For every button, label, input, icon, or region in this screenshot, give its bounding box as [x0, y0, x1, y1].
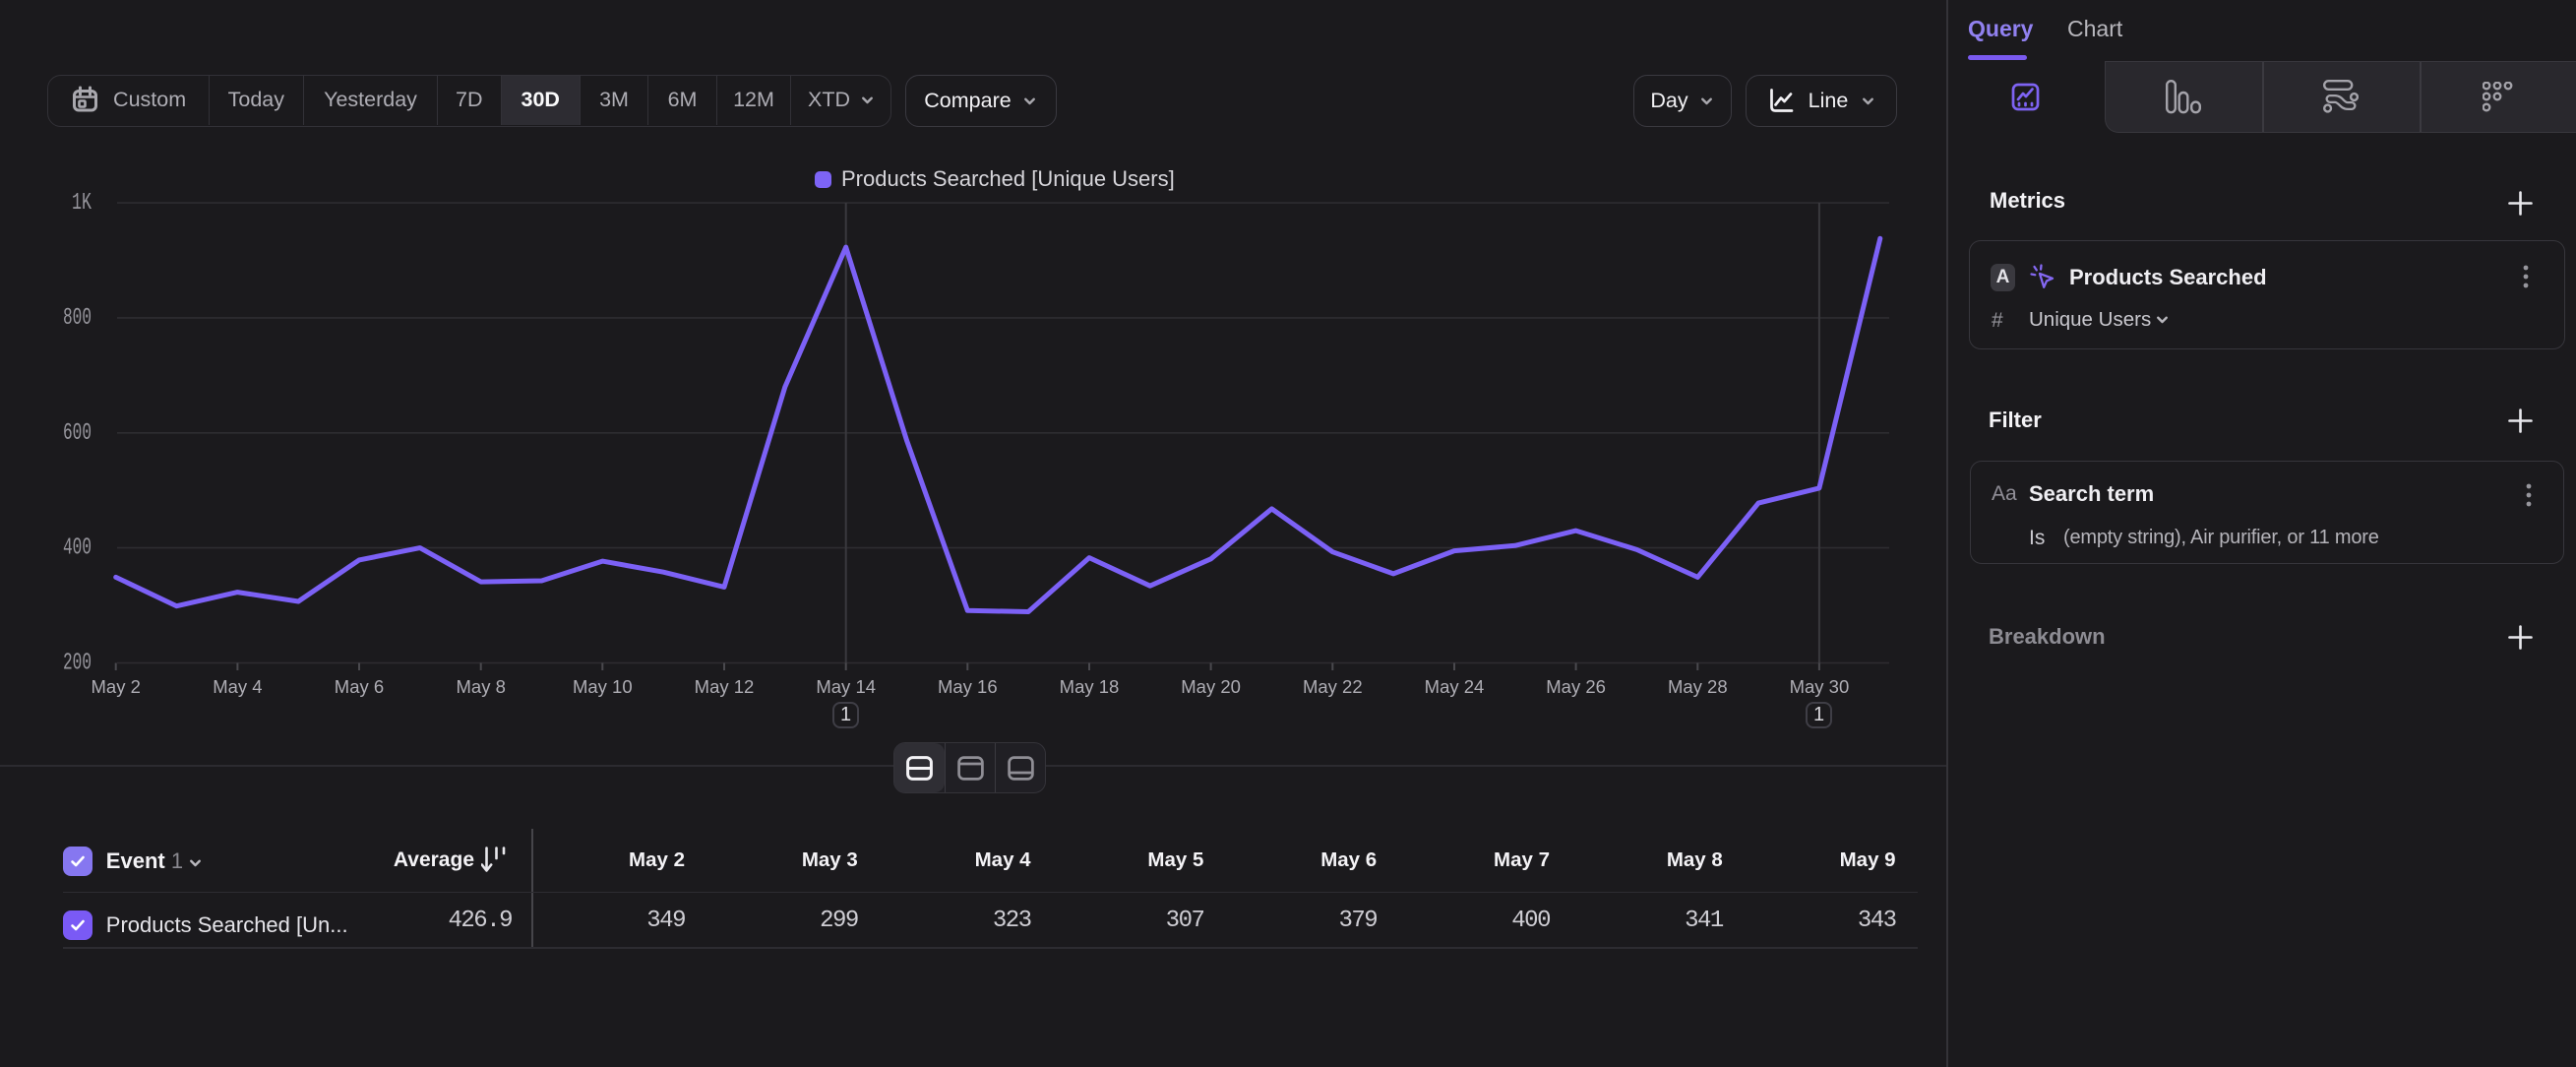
svg-text:May 18: May 18 [1060, 676, 1120, 697]
svg-text:800: 800 [63, 305, 92, 332]
svg-text:May 4: May 4 [213, 676, 262, 697]
svg-text:May 10: May 10 [573, 676, 633, 697]
svg-text:May 8: May 8 [457, 676, 506, 697]
svg-text:600: 600 [63, 420, 92, 447]
svg-text:May 2: May 2 [92, 676, 141, 697]
svg-text:400: 400 [63, 535, 92, 562]
svg-text:May 22: May 22 [1303, 676, 1363, 697]
svg-text:May 26: May 26 [1546, 676, 1606, 697]
svg-text:200: 200 [63, 651, 92, 677]
svg-text:May 6: May 6 [335, 676, 384, 697]
svg-text:May 28: May 28 [1668, 676, 1728, 697]
svg-text:May 30: May 30 [1790, 676, 1850, 697]
svg-text:May 14: May 14 [816, 676, 876, 697]
svg-text:May 12: May 12 [695, 676, 755, 697]
svg-text:May 24: May 24 [1425, 676, 1485, 697]
svg-text:May 20: May 20 [1181, 676, 1241, 697]
svg-text:May 16: May 16 [938, 676, 998, 697]
svg-text:1K: 1K [72, 190, 92, 217]
